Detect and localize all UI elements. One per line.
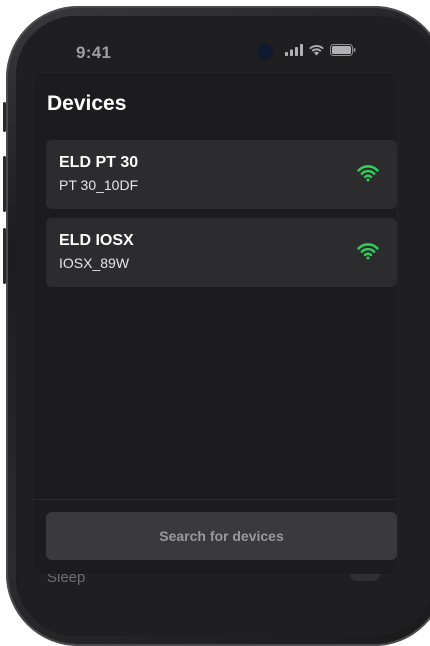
status-time: 9:41: [76, 43, 112, 62]
device-id: IOSX_89W: [59, 255, 130, 271]
device-name: ELD PT 30: [59, 154, 139, 171]
devices-sheet: Devices ELD PT 30 PT 30_10DF ELD IOSX IO…: [34, 73, 397, 574]
wifi-signal-icon: [357, 165, 379, 182]
volume-down-button: [3, 228, 6, 284]
phone-screen: Sleep 9:41 Devices ELD PT 30 PT 30_10DF …: [16, 16, 430, 636]
action-button: [3, 102, 6, 132]
device-name: ELD IOSX: [59, 232, 134, 249]
cellular-signal-icon: [285, 44, 303, 56]
battery-icon: [330, 44, 356, 56]
wifi-signal-icon: [357, 243, 379, 260]
sheet-title: Devices: [47, 92, 127, 115]
device-card[interactable]: ELD IOSX IOSX_89W: [46, 218, 397, 287]
wifi-status-icon: [309, 45, 324, 56]
sheet-divider: [34, 499, 397, 500]
status-bar: 9:41: [16, 16, 430, 76]
device-id: PT 30_10DF: [59, 177, 139, 193]
status-icons: [285, 44, 356, 56]
volume-up-button: [3, 156, 6, 212]
device-card[interactable]: ELD PT 30 PT 30_10DF: [46, 140, 397, 209]
search-devices-button[interactable]: Search for devices: [46, 512, 397, 560]
front-camera: [257, 44, 273, 60]
